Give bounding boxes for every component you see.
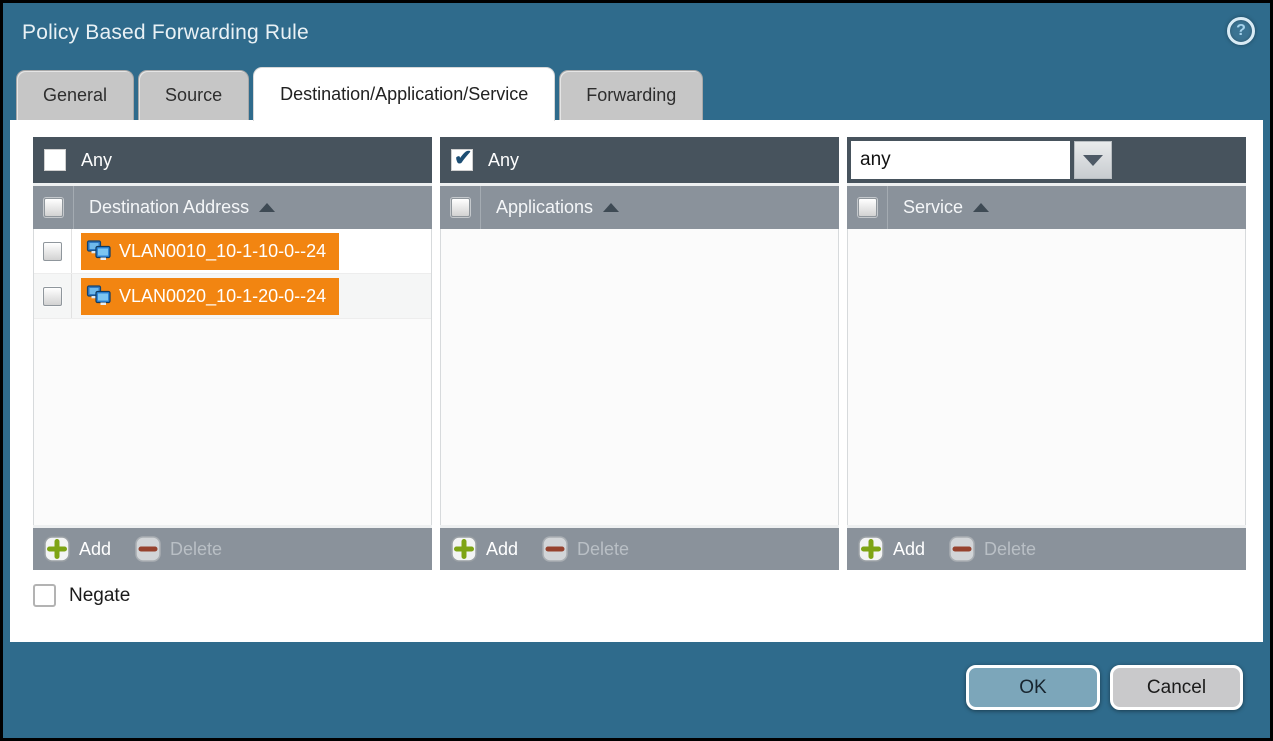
destination-any-label: Any: [81, 150, 112, 171]
destination-address-panel: Any Destination Address: [33, 137, 432, 570]
applications-panel: Any Applications Add: [440, 137, 839, 570]
service-header-label: Service: [903, 197, 963, 218]
delete-icon: [949, 536, 975, 562]
help-icon[interactable]: ?: [1227, 17, 1255, 45]
destination-list: VLAN0010_10-1-10-0--24: [33, 229, 432, 525]
tab-bar: General Source Destination/Application/S…: [16, 67, 703, 120]
add-button[interactable]: Add: [44, 536, 111, 562]
tab-general[interactable]: General: [16, 70, 134, 120]
sort-ascending-icon: [259, 203, 275, 212]
negate-checkbox[interactable]: [33, 584, 56, 607]
delete-label: Delete: [170, 539, 222, 560]
tab-panel: Any Destination Address: [10, 120, 1263, 642]
service-column-header[interactable]: Service: [847, 183, 1246, 229]
destination-any-checkbox[interactable]: [44, 149, 66, 171]
add-icon: [44, 536, 70, 562]
address-object-name: VLAN0010_10-1-10-0--24: [119, 241, 326, 262]
delete-icon: [542, 536, 568, 562]
add-icon: [451, 536, 477, 562]
cancel-button[interactable]: Cancel: [1110, 665, 1243, 710]
row-checkbox[interactable]: [43, 287, 62, 306]
applications-header-label: Applications: [496, 197, 593, 218]
service-list: [847, 229, 1246, 525]
service-select-all-checkbox[interactable]: [858, 198, 877, 217]
ok-button[interactable]: OK: [966, 665, 1100, 710]
delete-button[interactable]: Delete: [542, 536, 629, 562]
service-toolbar: Add Delete: [847, 525, 1246, 570]
add-label: Add: [893, 539, 925, 560]
applications-column-header[interactable]: Applications: [440, 183, 839, 229]
applications-any-checkbox[interactable]: [451, 149, 473, 171]
address-group-icon: [86, 284, 112, 308]
delete-label: Delete: [984, 539, 1036, 560]
negate-label: Negate: [69, 585, 130, 607]
table-row: VLAN0010_10-1-10-0--24: [34, 229, 431, 274]
delete-icon: [135, 536, 161, 562]
service-dropdown-value[interactable]: any: [851, 141, 1070, 179]
add-button[interactable]: Add: [858, 536, 925, 562]
add-icon: [858, 536, 884, 562]
destination-toolbar: Add Delete: [33, 525, 432, 570]
destination-column-header[interactable]: Destination Address: [33, 183, 432, 229]
add-label: Add: [79, 539, 111, 560]
page-title: Policy Based Forwarding Rule: [22, 21, 309, 45]
service-panel: any Service Add: [847, 137, 1246, 570]
applications-list: [440, 229, 839, 525]
delete-label: Delete: [577, 539, 629, 560]
delete-button[interactable]: Delete: [135, 536, 222, 562]
service-dropdown-button[interactable]: [1074, 141, 1112, 179]
tab-destination-application-service[interactable]: Destination/Application/Service: [253, 67, 555, 121]
add-button[interactable]: Add: [451, 536, 518, 562]
table-row: VLAN0020_10-1-20-0--24: [34, 274, 431, 319]
chevron-down-icon: [1083, 155, 1103, 166]
applications-select-all-checkbox[interactable]: [451, 198, 470, 217]
row-checkbox[interactable]: [43, 242, 62, 261]
address-object-chip[interactable]: VLAN0020_10-1-20-0--24: [81, 278, 339, 315]
applications-any-label: Any: [488, 150, 519, 171]
address-object-name: VLAN0020_10-1-20-0--24: [119, 286, 326, 307]
address-group-icon: [86, 239, 112, 263]
sort-ascending-icon: [973, 203, 989, 212]
service-dropdown-bar: any: [847, 137, 1246, 183]
policy-based-forwarding-dialog: Policy Based Forwarding Rule ? General S…: [0, 0, 1273, 741]
destination-header-label: Destination Address: [89, 197, 249, 218]
tab-forwarding[interactable]: Forwarding: [559, 70, 703, 120]
tab-source[interactable]: Source: [138, 70, 249, 120]
destination-any-bar: Any: [33, 137, 432, 183]
delete-button[interactable]: Delete: [949, 536, 1036, 562]
destination-select-all-checkbox[interactable]: [44, 198, 63, 217]
applications-toolbar: Add Delete: [440, 525, 839, 570]
add-label: Add: [486, 539, 518, 560]
applications-any-bar: Any: [440, 137, 839, 183]
negate-row: Negate: [33, 584, 130, 607]
sort-ascending-icon: [603, 203, 619, 212]
address-object-chip[interactable]: VLAN0010_10-1-10-0--24: [81, 233, 339, 270]
